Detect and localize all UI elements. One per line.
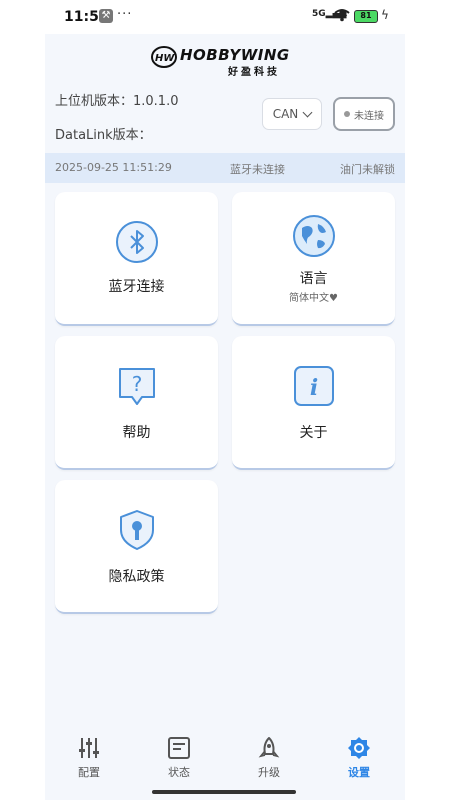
wifi-icon: [334, 9, 350, 22]
chevron-down-icon: [302, 107, 313, 117]
privacy-card-label: 隐私政策: [108, 569, 165, 585]
tab-settings[interactable]: 设置: [329, 734, 389, 780]
hobbywing-logo-icon: HW: [151, 46, 177, 68]
charging-icon: ϟ: [381, 8, 389, 22]
about-card-label: 关于: [299, 425, 328, 441]
tab-upgrade[interactable]: 升级: [239, 734, 299, 780]
brand-name: HOBBYWING: [180, 46, 290, 64]
info-icon: i: [294, 366, 334, 406]
connection-dot-icon: [344, 111, 350, 117]
app-screen: HW HOBBYWING 好盈科技 上位机版本：1.0.1.0 DataLink…: [45, 34, 405, 800]
datalink-version: DataLink版本：: [55, 128, 152, 143]
wrench-icon: ⚒: [99, 9, 113, 23]
sliders-icon: [79, 738, 99, 758]
info-strip: 2025-09-25 11:51:29 蓝牙未连接 油门未解锁: [45, 153, 405, 183]
status-bar: 11:51 ⚒ ··· 5G▂▄▆ 81 ϟ: [0, 0, 450, 34]
document-icon: [168, 737, 190, 759]
help-card[interactable]: ? 帮助: [55, 336, 218, 470]
language-card-label: 语言: [299, 271, 328, 287]
current-datetime: 2025-09-25 11:51:29: [55, 161, 172, 174]
svg-text:i: i: [310, 375, 318, 401]
bluetooth-card-label: 蓝牙连接: [108, 279, 165, 295]
globe-icon: [293, 215, 335, 257]
throttle-status: 油门未解锁: [340, 163, 395, 176]
protocol-select[interactable]: CAN: [262, 98, 322, 130]
connect-button[interactable]: 未连接: [333, 97, 395, 131]
privacy-card[interactable]: 隐私政策: [55, 480, 218, 614]
rocket-icon: [258, 737, 280, 758]
about-card[interactable]: i 关于: [232, 336, 395, 470]
settings-gear-icon: [348, 737, 370, 759]
protocol-value: CAN: [272, 107, 299, 121]
language-card[interactable]: 语言 简体中文♥: [232, 192, 395, 326]
help-card-label: 帮助: [122, 425, 151, 441]
network-type: 5G: [312, 9, 326, 19]
battery-icon: 81: [354, 10, 378, 23]
tab-status[interactable]: 状态: [149, 734, 209, 780]
home-indicator[interactable]: [152, 790, 296, 794]
tab-config-label: 配置: [78, 766, 100, 779]
tab-status-label: 状态: [168, 766, 190, 779]
connection-status: 未连接: [354, 110, 384, 122]
svg-text:?: ?: [132, 372, 143, 396]
host-version: 上位机版本：1.0.1.0: [55, 94, 179, 109]
bluetooth-icon: [116, 221, 158, 263]
bottom-tab-bar: 配置 状态 升级 设置: [45, 730, 405, 786]
bluetooth-status: 蓝牙未连接: [230, 163, 285, 176]
brand-cn-name: 好盈科技: [228, 67, 280, 78]
language-current-value: 简体中文♥: [289, 293, 338, 304]
brand-logo: HW HOBBYWING 好盈科技: [150, 42, 310, 78]
shield-key-icon: [120, 510, 154, 550]
tab-upgrade-label: 升级: [258, 766, 280, 779]
tab-config[interactable]: 配置: [59, 734, 119, 780]
svg-text:HW: HW: [155, 53, 175, 64]
tab-settings-label: 设置: [348, 766, 370, 779]
help-question-icon: ?: [119, 368, 155, 405]
bluetooth-card[interactable]: 蓝牙连接: [55, 192, 218, 326]
more-notifications-icon: ···: [117, 7, 133, 22]
